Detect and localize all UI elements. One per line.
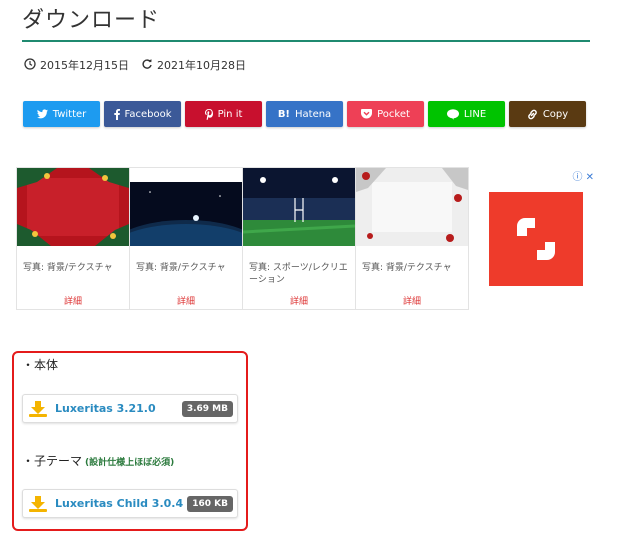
ad-caption: 写真: スポーツ/レクリエーション [249,263,348,285]
share-label: Pocket [377,108,410,120]
child-theme-heading: ・子テーマ (設計仕様上ほぼ必須) [22,452,174,469]
ad-details-link[interactable]: 詳細 [17,294,129,307]
share-pinterest-button[interactable]: Pin it [185,101,262,127]
updated-date: 2021年10月28日 [157,59,246,72]
ad-image-christmas-white [356,168,468,246]
download-main-name: Luxeritas 3.21.0 [55,402,156,415]
main-theme-heading: ・本体 [22,358,59,372]
share-line-button[interactable]: LINE [428,101,505,127]
published-date: 2015年12月15日 [40,59,129,72]
share-pocket-button[interactable]: Pocket [347,101,424,127]
share-label: Twitter [52,108,87,120]
pinterest-icon [204,108,213,120]
ad-details-link[interactable]: 詳細 [356,294,468,307]
ad-card[interactable]: 写真: 背景/テクスチャ 詳細 [111,167,261,310]
adchoices-icon[interactable]: ⓘ ✕ [572,168,594,183]
child-theme-note: (設計仕様上ほぼ必須) [85,458,175,468]
download-child-button[interactable]: Luxeritas Child 3.0.4 160 KB [22,489,238,518]
ad-card[interactable]: 写真: スポーツ/レクリエーション 詳細 [242,167,356,310]
ad-card[interactable]: 写真: 背景/テクスチャ 詳細 [355,167,469,310]
hatena-icon: B! [277,108,290,120]
title-divider [22,40,590,42]
ad-caption: 写真: 背景/テクスチャ [136,263,226,273]
shutterstock-logo[interactable] [489,192,583,286]
link-icon [528,109,537,119]
clock-icon [24,57,36,73]
ad-caption: 写真: 背景/テクスチャ [362,263,452,273]
share-copy-button[interactable]: Copy [509,101,586,127]
child-theme-title: ・子テーマ [22,454,83,468]
ad-details-link[interactable]: 詳細 [243,294,355,307]
share-label: LINE [463,108,487,120]
share-hatena-button[interactable]: B! Hatena [266,101,343,127]
ad-image-earth-night [111,168,261,276]
download-child-size: 160 KB [187,495,233,512]
download-main-size: 3.69 MB [181,400,233,417]
ad-image-christmas-red [17,168,129,246]
share-label: Facebook [124,108,172,120]
ad-details-link[interactable]: 詳細 [130,294,242,307]
download-main-button[interactable]: Luxeritas 3.21.0 3.69 MB [22,394,238,423]
ad-card[interactable]: 写真: 背景/テクスチャ 詳細 [16,167,130,310]
refresh-icon [141,58,153,73]
ad-caption: 写真: 背景/テクスチャ [23,263,113,273]
download-icon [29,400,47,417]
download-child-name: Luxeritas Child 3.0.4 [55,497,184,510]
share-label: Pin it [217,108,243,120]
share-twitter-button[interactable]: Twitter [23,101,100,127]
twitter-icon [36,109,48,119]
share-facebook-button[interactable]: Facebook [104,101,181,127]
share-label: Hatena [295,108,332,120]
share-bar: Twitter Facebook Pin it B! Hatena Pocket… [23,101,586,127]
share-label: Copy [542,108,569,120]
line-icon [446,108,459,120]
ad-image-stadium [242,168,356,246]
download-icon [29,495,47,512]
pocket-icon [361,109,373,119]
page-title: ダウンロード [22,8,161,33]
post-dates: 2015年12月15日 2021年10月28日 [24,57,246,73]
facebook-icon [113,108,120,120]
